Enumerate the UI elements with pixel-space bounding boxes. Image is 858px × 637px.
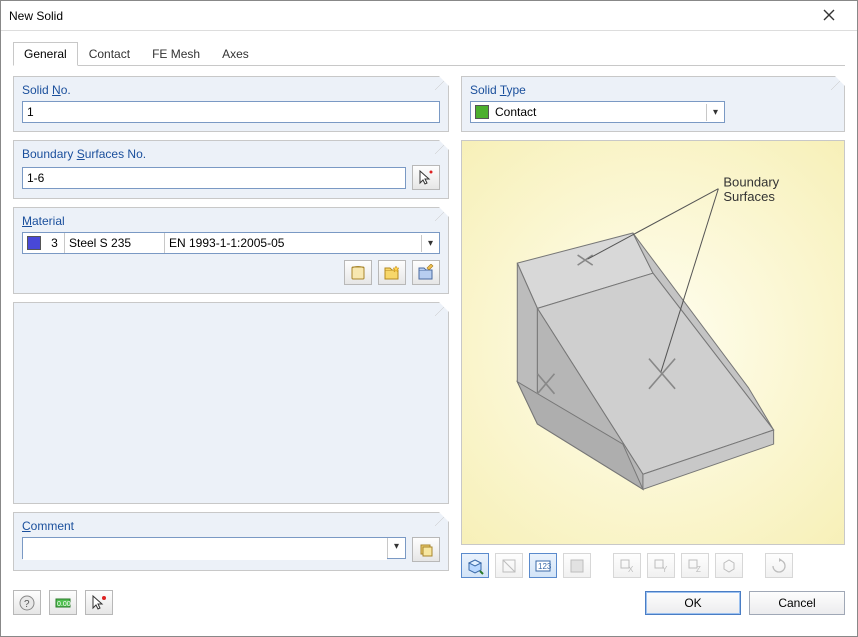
chevron-down-icon: ▾ (706, 104, 724, 121)
solid-type-swatch (475, 105, 489, 119)
rotate-icon (770, 557, 788, 575)
tab-general[interactable]: General (13, 42, 78, 66)
tool4-icon (568, 557, 586, 575)
tool2-icon (500, 557, 518, 575)
stack-icon (417, 541, 435, 559)
pick-surfaces-button[interactable] (412, 165, 440, 190)
preview-pane: Boundary Surfaces (461, 140, 845, 545)
units-icon: 0.00 (54, 594, 72, 612)
view-tool2-button[interactable] (495, 553, 523, 578)
comment-apply-button[interactable] (412, 537, 440, 562)
preview-toolbar: 123 X Y Z (461, 553, 845, 578)
book-icon (349, 264, 367, 282)
cube-color-icon (466, 557, 484, 575)
comment-combo[interactable]: ▾ (22, 537, 406, 559)
svg-text:Y: Y (662, 565, 668, 574)
view-tool4-button[interactable] (563, 553, 591, 578)
view-axis-y-button[interactable]: Y (647, 553, 675, 578)
group-boundary: Boundary Surfaces No. (13, 140, 449, 199)
dialog-footer: ? 0.00 OK Cancel (1, 584, 857, 625)
chevron-down-icon: ▾ (421, 235, 439, 252)
comment-input[interactable] (23, 538, 387, 560)
tab-strip: General Contact FE Mesh Axes (13, 41, 845, 66)
cursor-icon (417, 169, 435, 187)
label-comment: Comment (22, 519, 440, 533)
chevron-down-icon: ▾ (387, 538, 405, 558)
close-icon (823, 9, 835, 21)
view-show-button[interactable] (461, 553, 489, 578)
svg-text:0.00: 0.00 (57, 601, 71, 608)
tab-fe-mesh[interactable]: FE Mesh (141, 42, 211, 66)
svg-text:X: X (628, 565, 634, 574)
window-title: New Solid (9, 9, 809, 23)
svg-text:?: ? (24, 599, 30, 610)
tab-axes[interactable]: Axes (211, 42, 260, 66)
numbers-icon: 123 (534, 557, 552, 575)
boundary-input[interactable] (22, 167, 406, 189)
cube-wire-icon (720, 557, 738, 575)
close-button[interactable] (809, 8, 849, 24)
axis-z-icon: Z (686, 557, 704, 575)
axis-y-icon: Y (652, 557, 670, 575)
material-name: Steel S 235 (65, 233, 165, 253)
material-num: 3 (45, 233, 65, 253)
label-solid-no: Solid No. (22, 83, 440, 97)
edit-folder-icon (417, 264, 435, 282)
material-swatch (27, 236, 41, 250)
new-folder-icon (383, 264, 401, 282)
edit-material-button[interactable] (412, 260, 440, 285)
view-axis-x-button[interactable]: X (613, 553, 641, 578)
group-empty (13, 302, 449, 504)
ok-button[interactable]: OK (645, 591, 741, 615)
help-button[interactable]: ? (13, 590, 41, 615)
view-iso-button[interactable] (715, 553, 743, 578)
preview-label-line2: Surfaces (723, 189, 775, 204)
group-comment: Comment ▾ (13, 512, 449, 571)
material-spec: EN 1993-1-1:2005-05 (165, 236, 421, 250)
material-select[interactable]: 3 Steel S 235 EN 1993-1-1:2005-05 ▾ (22, 232, 440, 254)
titlebar: New Solid (1, 1, 857, 31)
group-material: Material 3 Steel S 235 EN 1993-1-1:2005-… (13, 207, 449, 294)
group-solid-no: Solid No. (13, 76, 449, 132)
pick-button[interactable] (85, 590, 113, 615)
solid-type-value: Contact (493, 105, 706, 119)
group-solid-type: Solid Type Contact ▾ (461, 76, 845, 132)
axis-x-icon: X (618, 557, 636, 575)
view-axis-z-button[interactable]: Z (681, 553, 709, 578)
label-material: Material (22, 214, 440, 228)
solid-no-input[interactable] (22, 101, 440, 123)
view-numbers-button[interactable]: 123 (529, 553, 557, 578)
tab-contact[interactable]: Contact (78, 42, 141, 66)
material-library-button[interactable] (344, 260, 372, 285)
cancel-button[interactable]: Cancel (749, 591, 845, 615)
svg-text:Z: Z (696, 565, 701, 574)
cursor-pick-icon (90, 594, 108, 612)
units-button[interactable]: 0.00 (49, 590, 77, 615)
svg-text:123: 123 (538, 562, 552, 571)
solid-type-select[interactable]: Contact ▾ (470, 101, 725, 123)
help-icon: ? (18, 594, 36, 612)
solid-preview-svg: Boundary Surfaces (462, 141, 844, 544)
label-boundary: Boundary Surfaces No. (22, 147, 440, 161)
label-solid-type: Solid Type (470, 83, 836, 97)
view-rotate-button[interactable] (765, 553, 793, 578)
new-material-button[interactable] (378, 260, 406, 285)
preview-label-line1: Boundary (723, 175, 779, 190)
